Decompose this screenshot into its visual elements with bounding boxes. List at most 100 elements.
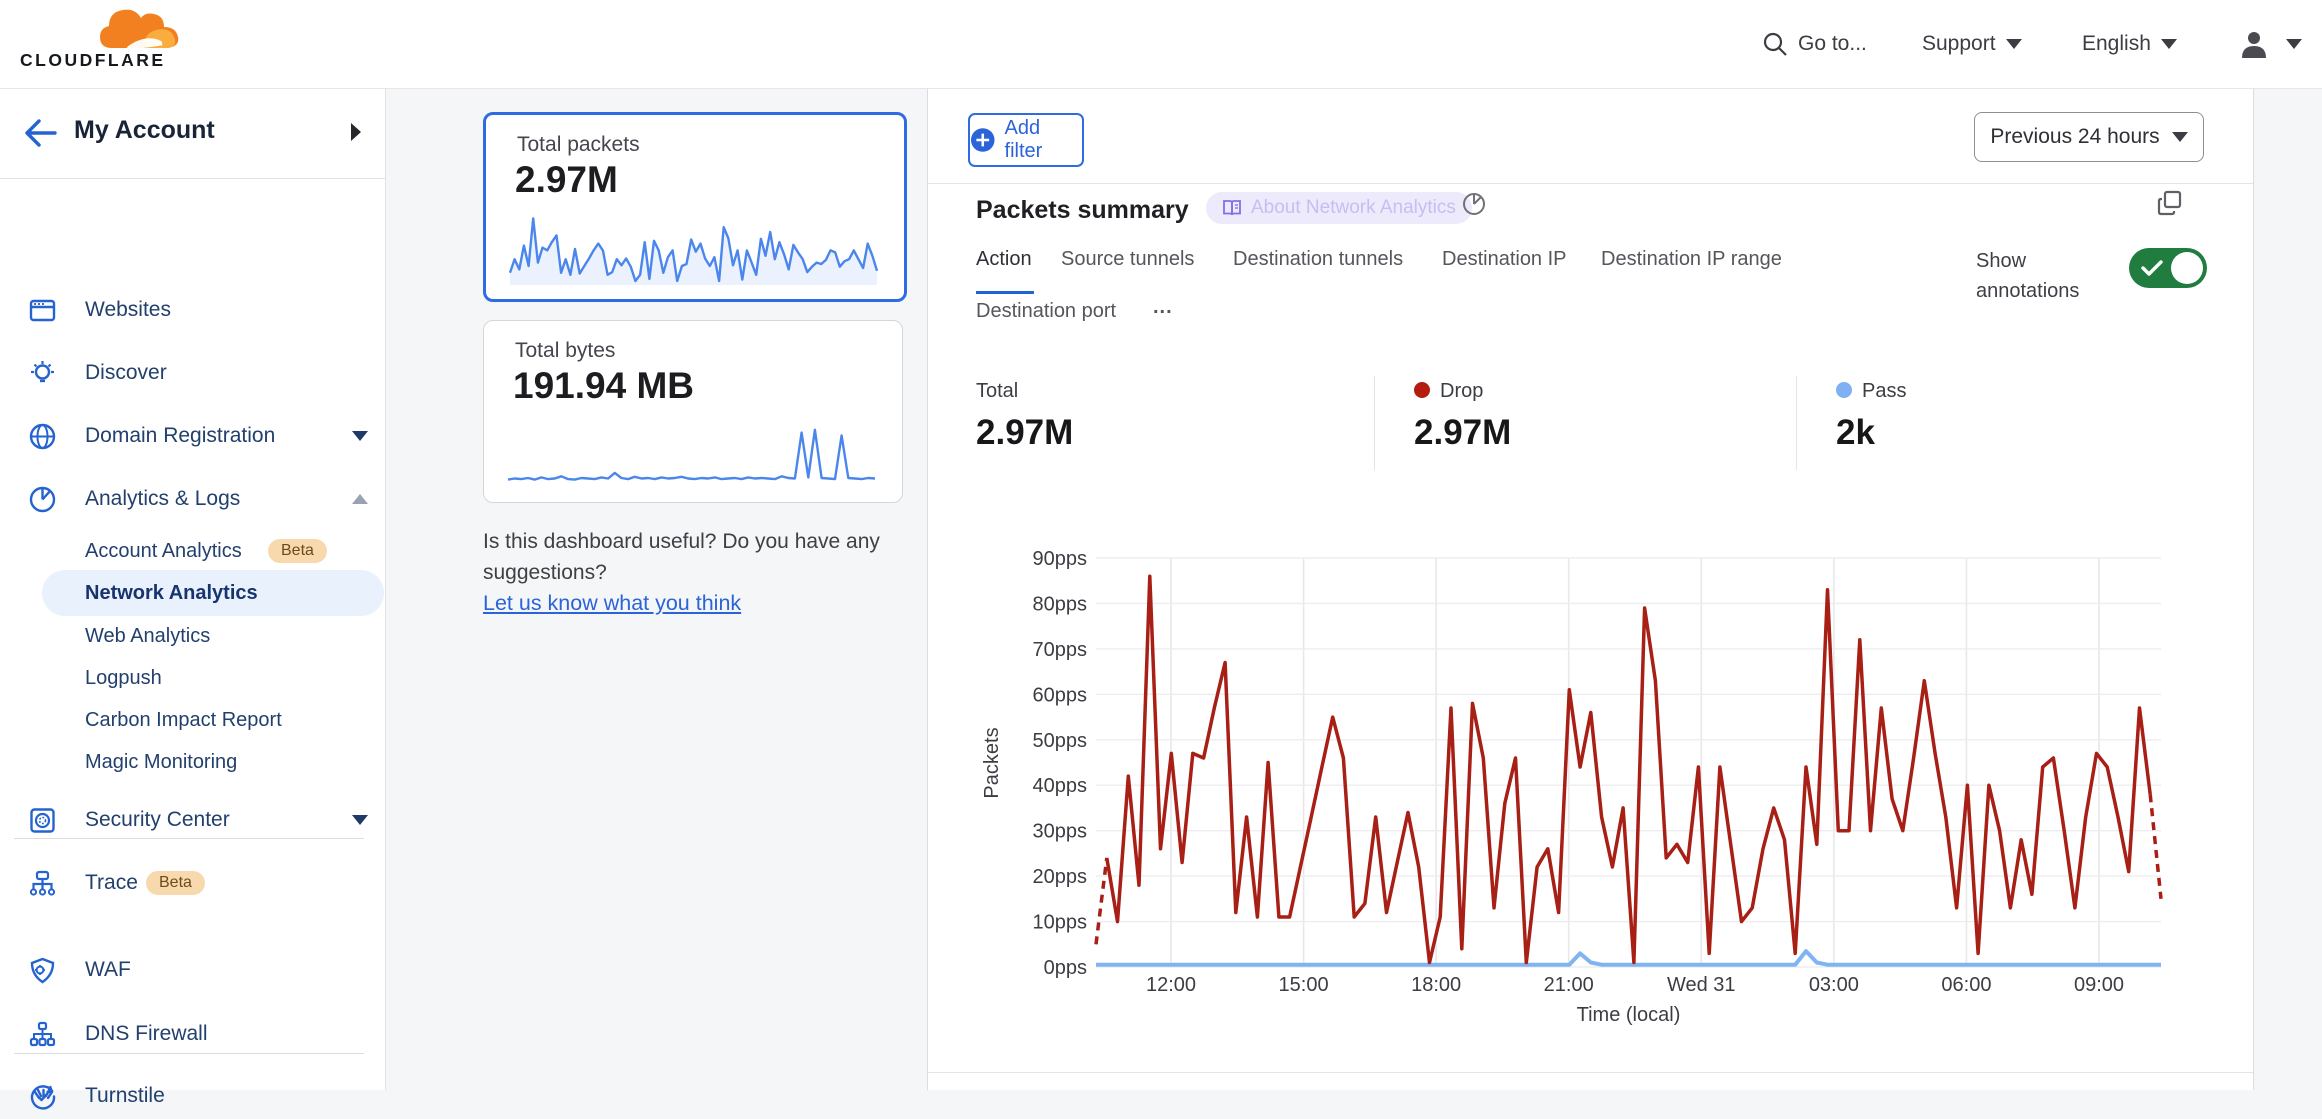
more-tabs-button[interactable]: ... [1153,296,1173,319]
tab-destination-tunnels[interactable]: Destination tunnels [1233,248,1403,271]
total-packets-card[interactable]: Total packets 2.97M [483,112,907,302]
svg-text:09:00: 09:00 [2074,974,2124,996]
trace-flow-icon [29,870,56,897]
svg-text:40pps: 40pps [1033,775,1088,797]
sidebar-item-label: Account Analytics [85,540,242,563]
card-value: 2.97M [515,159,618,201]
back-arrow-icon[interactable] [21,115,59,151]
stat-value: 2.97M [1414,413,1511,453]
sidebar-item-websites[interactable]: Websites [0,287,384,333]
add-filter-label: Add filter [1005,117,1082,163]
sidebar-item-turnstile[interactable]: Turnstile [0,1073,384,1119]
tab-source-tunnels[interactable]: Source tunnels [1061,248,1194,271]
chevron-right-icon[interactable] [349,121,363,143]
sidebar-item-dns-firewall[interactable]: DNS Firewall [0,1011,384,1057]
sidebar-item-discover[interactable]: Discover [0,350,384,396]
account-menu[interactable] [2238,0,2302,88]
time-range-label: Previous 24 hours [1990,125,2159,149]
sidebar-item-network-analytics[interactable]: Network Analytics [0,570,384,616]
vault-icon [29,807,56,834]
sidebar-item-magic-monitoring[interactable]: Magic Monitoring [0,739,384,785]
feedback-question: Is this dashboard useful? Do you have an… [483,526,913,588]
sidebar-item-web-analytics[interactable]: Web Analytics [0,613,384,659]
feedback-link[interactable]: Let us know what you think [483,591,741,615]
svg-text:0pps: 0pps [1044,957,1087,979]
user-icon [2238,28,2270,60]
support-menu[interactable]: Support [1922,0,2022,88]
tab-destination-port[interactable]: Destination port [976,300,1116,323]
card-title: Total bytes [515,339,615,363]
sidebar-item-label: WAF [85,958,131,982]
sidebar-item-label: Carbon Impact Report [85,709,282,732]
sidebar-item-label: Discover [85,361,167,385]
sidebar-item-analytics-logs[interactable]: Analytics & Logs [0,476,384,522]
panel-title: Packets summary [976,196,1189,225]
divider [14,1053,364,1054]
sidebar-item-domain-registration[interactable]: Domain Registration [0,413,384,459]
tab-destination-ip[interactable]: Destination IP [1442,248,1567,271]
sidebar-item-label: Security Center [85,808,230,832]
svg-text:20pps: 20pps [1033,866,1088,888]
lightbulb-icon [29,360,56,387]
packets-sparkline [506,211,881,287]
sidebar-header: My Account [0,88,385,179]
stat-pass: Pass 2k [1836,380,1906,453]
expand-panel-icon[interactable] [2155,188,2185,218]
svg-text:03:00: 03:00 [1809,974,1859,996]
svg-text:Wed 31: Wed 31 [1667,974,1736,996]
sidebar-item-label: Domain Registration [85,424,275,448]
tab-destination-ip-range[interactable]: Destination IP range [1601,248,1782,271]
about-network-analytics-badge[interactable]: About Network Analytics [1206,192,1472,224]
sidebar-item-label: Magic Monitoring [85,751,237,774]
language-label: English [2082,32,2151,56]
sidebar-item-label: Turnstile [85,1084,165,1108]
drop-legend-dot [1414,382,1430,398]
sidebar-item-security-center[interactable]: Security Center [0,797,384,843]
card-value: 191.94 MB [513,365,694,407]
tab-action[interactable]: Action [976,248,1032,271]
time-range-dropdown[interactable]: Previous 24 hours [1974,112,2204,162]
svg-text:80pps: 80pps [1033,593,1088,615]
sidebar-item-label: Web Analytics [85,625,210,648]
stat-label: Pass [1836,380,1906,403]
svg-text:50pps: 50pps [1033,730,1088,752]
about-badge-label: About Network Analytics [1251,197,1456,219]
sidebar-item-waf[interactable]: WAF [0,947,384,993]
svg-text:90pps: 90pps [1033,548,1088,570]
svg-text:15:00: 15:00 [1279,974,1329,996]
language-menu[interactable]: English [2082,0,2177,88]
sidebar-item-label: Trace [85,871,138,895]
sidebar-item-account-analytics[interactable]: Account Analytics Beta [0,528,384,574]
card-title: Total packets [517,133,640,157]
pie-chart-icon[interactable] [1461,191,1487,217]
sidebar-item-label: Network Analytics [85,582,258,605]
sidebar-item-label: Logpush [85,667,162,690]
beta-badge: Beta [146,871,205,895]
pass-legend-dot [1836,382,1852,398]
stat-value: 2.97M [976,413,1073,453]
account-title: My Account [74,116,215,145]
packets-time-series-chart[interactable]: 12:0015:0018:0021:00Wed 3103:0006:0009:0… [941,532,2253,1044]
sidebar-item-logpush[interactable]: Logpush [0,655,384,701]
book-icon [1222,199,1242,217]
goto-search[interactable]: Go to... [1762,0,1867,88]
cloudflare-logo[interactable]: CLOUDFLARE [20,4,185,76]
support-label: Support [1922,32,1996,56]
sidebar-item-carbon-impact[interactable]: Carbon Impact Report [0,697,384,743]
svg-text:60pps: 60pps [1033,684,1088,706]
goto-label: Go to... [1798,32,1867,56]
divider [1374,376,1375,470]
total-bytes-card[interactable]: Total bytes 191.94 MB [483,320,903,503]
divider [14,838,364,839]
sidebar-item-trace[interactable]: Trace Beta [0,860,384,906]
chevron-down-icon [2286,39,2302,49]
svg-text:Packets: Packets [981,727,1003,798]
browser-window-icon [29,297,56,324]
ip-addresses-icon[interactable] [30,1072,57,1099]
annotations-toggle[interactable] [2129,248,2207,288]
svg-text:12:00: 12:00 [1146,974,1196,996]
beta-badge: Beta [268,539,327,563]
chevron-down-icon [2161,39,2177,49]
sidebar-item-label: Analytics & Logs [85,487,240,511]
add-filter-button[interactable]: Add filter [968,113,1084,167]
